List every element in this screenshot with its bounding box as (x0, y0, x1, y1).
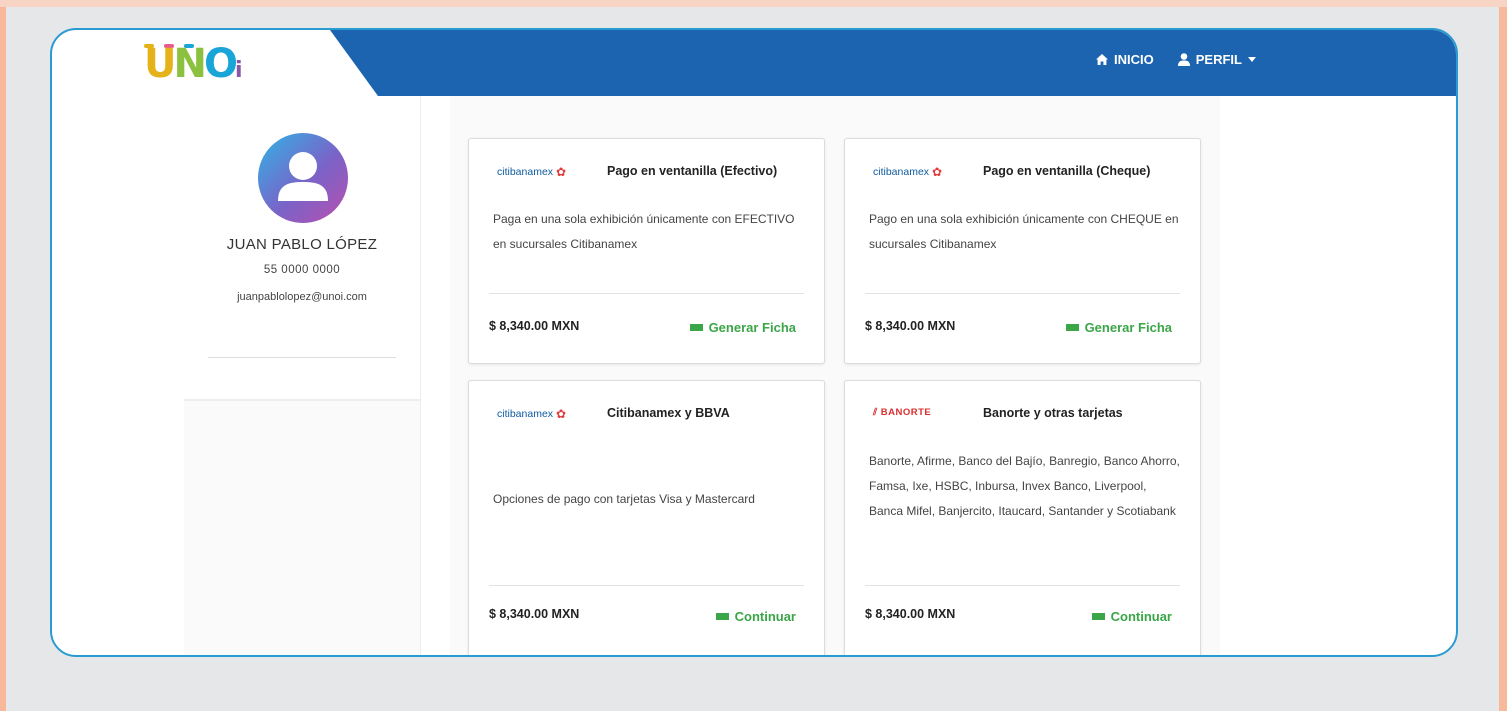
card-description: Banorte, Afirme, Banco del Bajío, Banreg… (869, 454, 1180, 518)
banorte-logo: ⫽ BANORTE (873, 407, 932, 418)
nav-perfil-label: PERFIL (1195, 52, 1242, 67)
card-description: Pago en una sola exhibición únicamente c… (869, 212, 1179, 251)
caret-down-icon (1248, 57, 1256, 62)
user-icon (1177, 53, 1190, 66)
card-title: Citibanamex y BBVA (607, 406, 730, 420)
citibanamex-flower-icon: ✿ (932, 165, 943, 179)
card-price: $ 8,340.00 MXN (865, 607, 956, 621)
payment-options: citibanamex ✿ Pago en ventanilla (Efectiv… (450, 96, 1220, 655)
card-price: $ 8,340.00 MXN (489, 319, 580, 333)
citibanamex-flower-icon: ✿ (556, 407, 567, 421)
citibanamex-logo: citibanamex ✿ (873, 165, 943, 179)
user-avatar-icon (278, 152, 328, 201)
banorte-mark-icon: ⫽ (873, 407, 878, 418)
generar-ficha-button[interactable]: Generar Ficha (689, 320, 796, 335)
card-title: Pago en ventanilla (Cheque) (983, 164, 1151, 178)
card-description: Paga en una sola exhibición únicamente c… (493, 212, 795, 251)
card-divider (865, 293, 1180, 294)
citibanamex-logo: citibanamex ✿ (497, 407, 567, 421)
profile-card: JUAN PABLO LÓPEZ 55 0000 0000 juanpablol… (184, 96, 420, 401)
credit-card-icon (1091, 613, 1105, 620)
profile-phone: 55 0000 0000 (263, 264, 341, 276)
card-divider (489, 293, 804, 294)
top-band (0, 0, 1507, 7)
credit-card-icon (715, 613, 729, 620)
profile-sidebar: JUAN PABLO LÓPEZ 55 0000 0000 juanpablol… (184, 96, 421, 655)
avatar (258, 133, 348, 223)
profile-divider (208, 357, 396, 358)
card-divider (489, 585, 804, 586)
card-price: $ 8,340.00 MXN (865, 319, 956, 333)
card-price: $ 8,340.00 MXN (489, 607, 580, 621)
nav-inicio-label: INICIO (1114, 52, 1154, 67)
credit-card-icon (1065, 324, 1079, 331)
card-divider (865, 585, 1180, 586)
citibanamex-flower-icon: ✿ (556, 165, 567, 179)
nav-inicio-link[interactable]: INICIO (1096, 52, 1154, 67)
nav-links: INICIO PERFIL (1096, 52, 1256, 67)
profile-email: juanpablolopez@unoi.com (237, 291, 367, 303)
payment-card-efectivo: citibanamex ✿ Pago en ventanilla (Efectiv… (468, 138, 825, 364)
card-title: Pago en ventanilla (Efectivo) (607, 164, 778, 178)
payment-card-banorte: ⫽ BANORTE Banorte y otras tarjetas Banort… (844, 380, 1201, 655)
home-icon (1096, 54, 1109, 65)
credit-card-icon (689, 324, 703, 331)
continuar-button[interactable]: Continuar (715, 609, 796, 624)
unoi-logo[interactable]: UNOi (144, 42, 243, 93)
payment-card-citibanamex-bbva: citibanamex ✿ Citibanamex y BBVA Opciones… (468, 380, 825, 655)
continuar-button[interactable]: Continuar (1091, 609, 1172, 624)
card-title: Banorte y otras tarjetas (983, 406, 1123, 420)
app-window: INICIO PERFIL UNOi JUAN PABLO LÓPEZ 55 0… (50, 28, 1458, 657)
generar-ficha-button[interactable]: Generar Ficha (1065, 320, 1172, 335)
profile-name: JUAN PABLO LÓPEZ (226, 236, 378, 253)
payment-card-cheque: citibanamex ✿ Pago en ventanilla (Cheque)… (844, 138, 1201, 364)
logo-area: UNOi (52, 30, 378, 96)
card-description: Opciones de pago con tarjetas Visa y Mas… (493, 492, 755, 506)
nav-perfil-dropdown[interactable]: PERFIL (1177, 52, 1256, 67)
citibanamex-logo: citibanamex ✿ (497, 165, 567, 179)
